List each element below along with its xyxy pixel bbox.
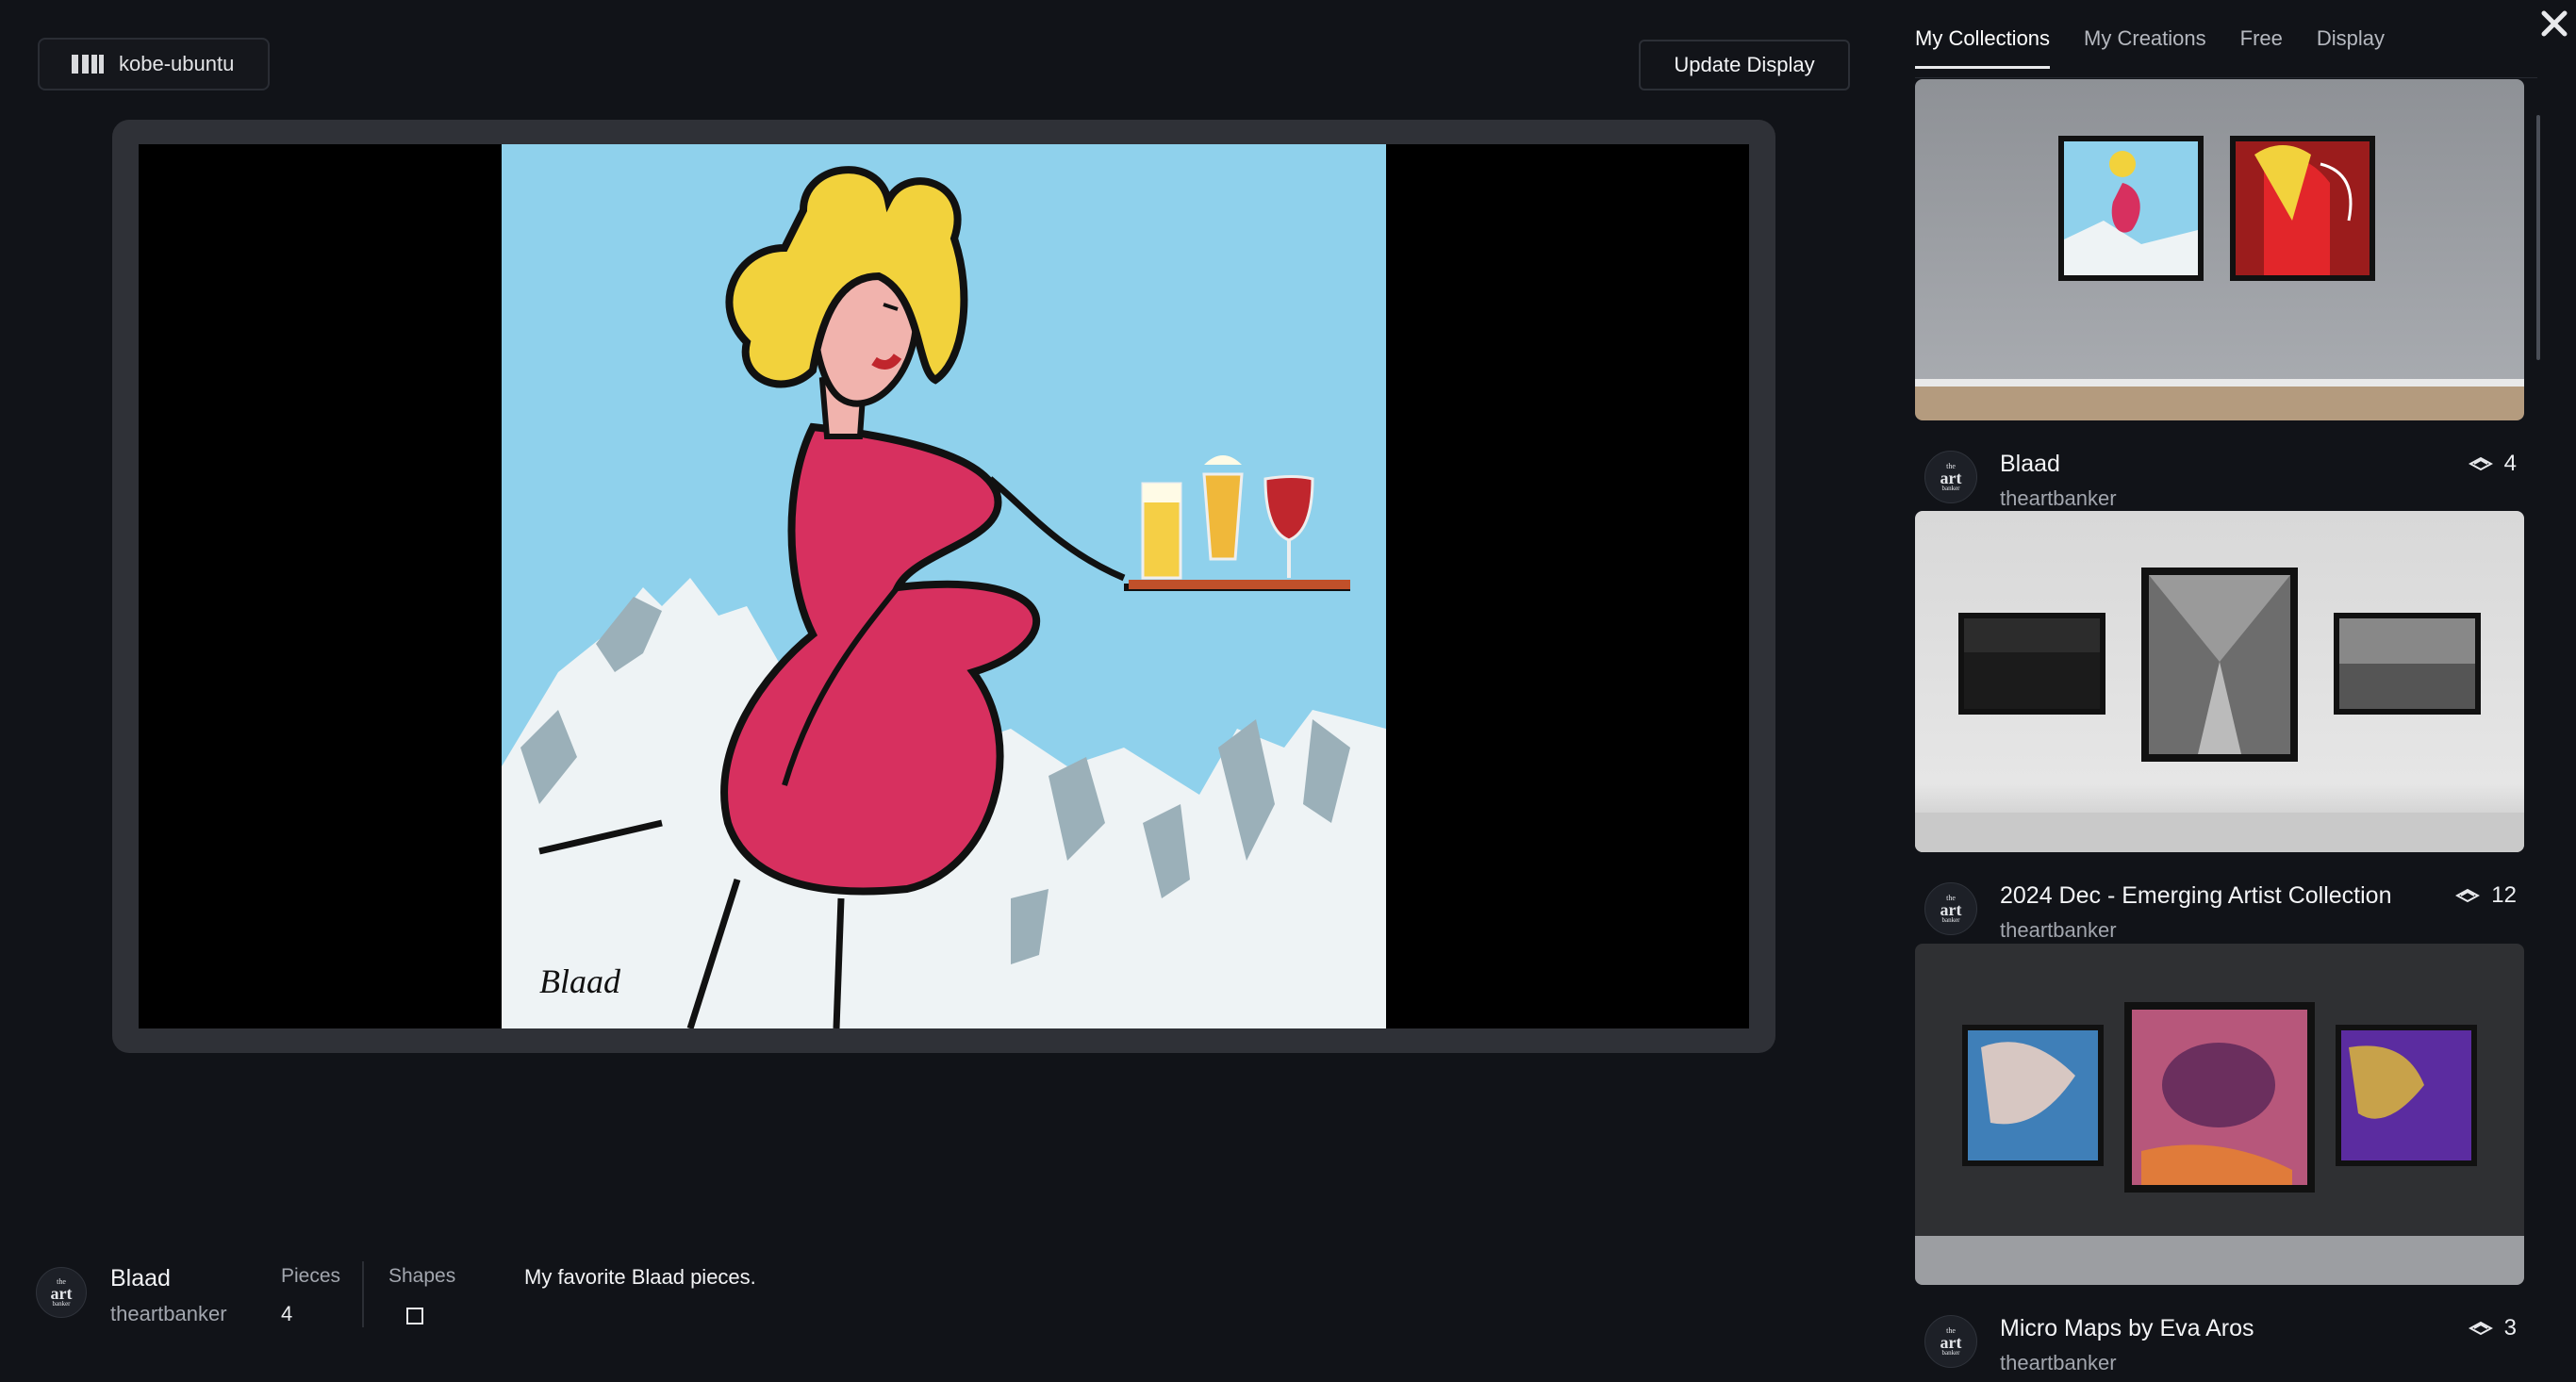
display-screen: Blaad — [139, 144, 1749, 1028]
collection-thumbnail[interactable] — [1915, 511, 2524, 852]
avatar-text: art — [1940, 1332, 1962, 1352]
divider — [362, 1261, 364, 1327]
avatar: the art banker — [36, 1267, 87, 1318]
tab-bar: My Collections My Creations Free Display — [1915, 26, 2385, 69]
collection-card[interactable]: the art banker Micro Maps by Eva Aros th… — [1915, 944, 2524, 1374]
piece-count-value: 4 — [2503, 451, 2517, 476]
avatar-text: art — [1940, 468, 1962, 487]
collection-title: 2024 Dec - Emerging Artist Collection — [2000, 882, 2392, 909]
tab-my-creations[interactable]: My Creations — [2084, 26, 2206, 69]
avatar-text: art — [50, 1283, 73, 1303]
avatar-text: banker — [52, 1299, 71, 1308]
tab-display[interactable]: Display — [2317, 26, 2385, 69]
avatar: the art banker — [1924, 882, 1977, 935]
scrollbar[interactable] — [2536, 115, 2540, 360]
square-shape-icon — [406, 1308, 423, 1324]
layers-icon — [2455, 888, 2481, 903]
collection-description: My favorite Blaad pieces. — [524, 1265, 756, 1289]
avatar: the art banker — [1924, 451, 1977, 503]
avatar-text: art — [1940, 899, 1962, 919]
avatar-text: banker — [1941, 1348, 1960, 1357]
piece-count: 4 — [2468, 451, 2517, 477]
collection-card[interactable]: the art banker Blaad theartbanker 4 — [1915, 79, 2524, 510]
pieces-value: 4 — [281, 1302, 293, 1325]
avatar-text: banker — [1941, 484, 1960, 492]
collection-thumbnail[interactable] — [1915, 944, 2524, 1285]
collection-owner: theartbanker — [110, 1302, 227, 1325]
layers-icon — [2468, 456, 2493, 471]
display-preview-frame: Blaad — [112, 120, 1775, 1053]
piece-count: 3 — [2468, 1315, 2517, 1341]
device-name: kobe-ubuntu — [119, 52, 235, 75]
collection-name: Blaad — [110, 1265, 171, 1292]
collection-card[interactable]: the art banker 2024 Dec - Emerging Artis… — [1915, 511, 2524, 942]
collection-owner: theartbanker — [2000, 1351, 2117, 1374]
piece-count-value: 12 — [2491, 882, 2517, 908]
update-display-button[interactable]: Update Display — [1639, 40, 1850, 90]
pieces-label: Pieces — [281, 1265, 341, 1287]
shapes-label: Shapes — [388, 1265, 456, 1287]
display-logo-icon — [72, 53, 106, 75]
artwork-signature: Blaad — [539, 962, 621, 1000]
collection-owner: theartbanker — [2000, 918, 2117, 942]
avatar-text: banker — [1941, 915, 1960, 924]
collection-title: Blaad — [2000, 451, 2060, 477]
layers-icon — [2468, 1321, 2493, 1336]
artwork-image: Blaad — [502, 144, 1386, 1028]
device-selector[interactable]: kobe-ubuntu — [38, 38, 270, 90]
collection-title: Micro Maps by Eva Aros — [2000, 1315, 2254, 1341]
avatar: the art banker — [1924, 1315, 1977, 1368]
tab-underline — [1915, 77, 2537, 78]
piece-count: 12 — [2455, 882, 2517, 909]
tab-my-collections[interactable]: My Collections — [1915, 26, 2051, 69]
piece-count-value: 3 — [2503, 1315, 2517, 1341]
collection-thumbnail[interactable] — [1915, 79, 2524, 420]
close-icon[interactable] — [2536, 6, 2572, 41]
tab-free[interactable]: Free — [2240, 26, 2283, 69]
collection-owner: theartbanker — [2000, 486, 2117, 510]
